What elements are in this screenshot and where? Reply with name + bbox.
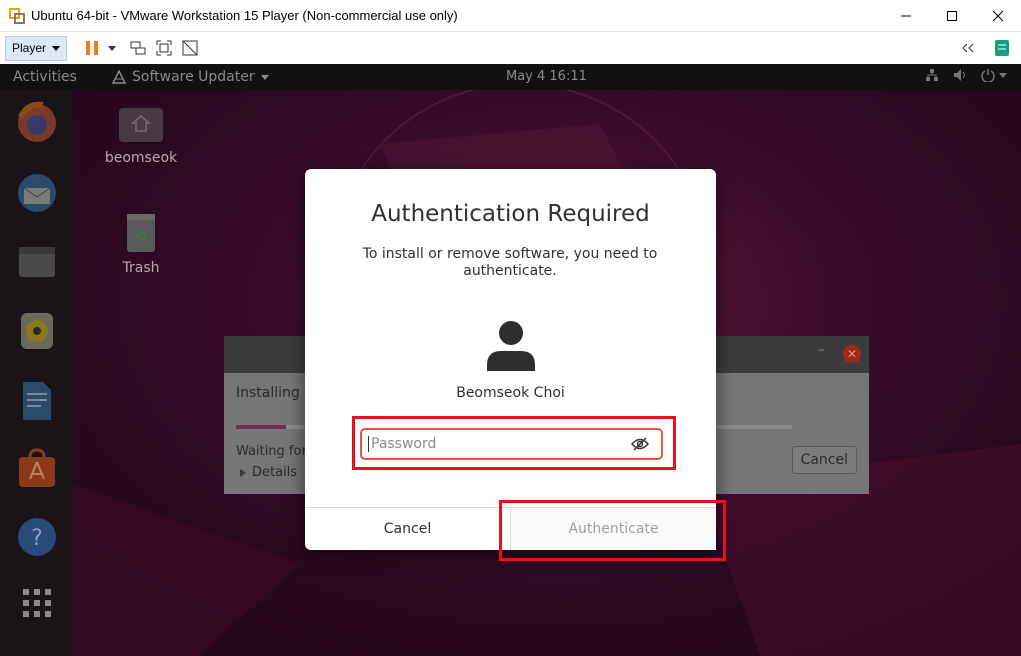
home-folder-icon: [119, 108, 163, 142]
app-menu[interactable]: Software Updater: [112, 69, 269, 85]
collapse-toolbar-button[interactable]: [957, 37, 979, 59]
fullscreen-button[interactable]: [153, 37, 175, 59]
close-icon: [992, 10, 1004, 21]
dock-thunderbird[interactable]: [14, 170, 60, 216]
ubuntu-desktop: Activities Software Updater May 4 16:11: [0, 64, 1021, 656]
fullscreen-icon: [156, 40, 172, 56]
updater-close-button[interactable]: ✕: [843, 345, 861, 363]
thunderbird-icon: [18, 174, 56, 212]
minimize-icon: [901, 15, 911, 16]
help-icon: ?: [18, 518, 56, 556]
updater-cancel-button[interactable]: Cancel: [791, 446, 857, 474]
vmware-title-bar: Ubuntu 64-bit - VMware Workstation 15 Pl…: [0, 0, 1021, 31]
password-highlight-box: [352, 416, 676, 470]
network-computers-icon: [130, 41, 146, 55]
desktop-icon-label: Trash: [122, 260, 160, 276]
dock-help[interactable]: ?: [14, 514, 60, 560]
unity-icon: [182, 40, 198, 56]
svg-text:♻: ♻: [134, 227, 148, 246]
dock-libreoffice-writer[interactable]: [14, 378, 60, 424]
waiting-text: Waiting for: [236, 444, 307, 459]
progress-fill: [236, 425, 287, 429]
cancel-button[interactable]: Cancel: [305, 508, 511, 550]
system-tray[interactable]: [925, 68, 1007, 82]
dialog-title: Authentication Required: [371, 201, 650, 227]
dock-software[interactable]: [14, 446, 60, 492]
maximize-icon: [947, 10, 957, 21]
clock[interactable]: May 4 16:11: [506, 69, 587, 84]
pause-button[interactable]: [81, 37, 103, 59]
updater-minimize-button[interactable]: –: [818, 342, 825, 358]
software-updater-icon: [112, 70, 126, 84]
network-icon: [926, 69, 938, 81]
player-menu-button[interactable]: Player: [5, 35, 68, 61]
chevron-right-icon: [240, 468, 246, 477]
chevron-down-icon: [999, 72, 1007, 78]
chevron-down-icon: [52, 45, 61, 51]
authenticate-highlight-box: [499, 500, 726, 561]
pause-icon: [86, 41, 99, 55]
user-name: Beomseok Choi: [456, 385, 565, 401]
power-icon: [981, 69, 995, 82]
app-menu-label: Software Updater: [132, 69, 255, 85]
activities-button[interactable]: Activities: [13, 69, 77, 85]
note-icon: [995, 40, 1009, 56]
desktop-home-folder[interactable]: beomseok: [104, 104, 178, 166]
installing-text: Installing u: [236, 385, 314, 401]
rhythmbox-icon: [21, 313, 53, 349]
dock-rhythmbox[interactable]: [14, 308, 60, 354]
dock-files[interactable]: [14, 238, 60, 284]
dialog-message: To install or remove software, you need …: [362, 246, 658, 279]
send-ctrl-alt-del-button[interactable]: [127, 37, 149, 59]
software-center-icon: [19, 448, 55, 487]
authentication-dialog: Authentication Required To install or re…: [305, 169, 716, 550]
show-applications-button[interactable]: [14, 580, 60, 626]
minimize-button[interactable]: [883, 0, 929, 31]
volume-icon: [954, 69, 965, 81]
chevron-down-icon: [260, 74, 269, 80]
window-title: Ubuntu 64-bit - VMware Workstation 15 Pl…: [31, 8, 458, 23]
desktop-trash[interactable]: ♻ Trash: [110, 210, 172, 276]
dock-firefox[interactable]: [14, 100, 60, 146]
details-expander[interactable]: Details: [240, 465, 297, 480]
gnome-top-bar: Activities Software Updater May 4 16:11: [0, 64, 1021, 90]
maximize-button[interactable]: [929, 0, 975, 31]
svg-text:?: ?: [31, 526, 43, 551]
power-menu[interactable]: [981, 68, 1007, 82]
trash-icon: ♻: [127, 214, 155, 252]
desktop-icon-label: beomseok: [104, 150, 178, 166]
vmware-toolbar: Player: [0, 31, 1021, 64]
vmware-logo-icon: [9, 7, 25, 24]
chevron-down-icon: [108, 45, 117, 51]
user-avatar-icon: [487, 321, 535, 371]
player-menu-label: Player: [12, 41, 47, 55]
details-label: Details: [252, 465, 298, 480]
double-chevron-left-icon: [962, 43, 974, 53]
close-window-button[interactable]: [975, 0, 1021, 31]
app-grid-icon: [23, 589, 51, 617]
unity-mode-button[interactable]: [179, 37, 201, 59]
pause-dropdown-button[interactable]: [107, 37, 117, 59]
folder-icon: [19, 247, 55, 277]
dock: ?: [0, 90, 73, 656]
notes-button[interactable]: [991, 37, 1013, 59]
document-icon: [23, 382, 51, 420]
firefox-icon: [18, 101, 56, 142]
